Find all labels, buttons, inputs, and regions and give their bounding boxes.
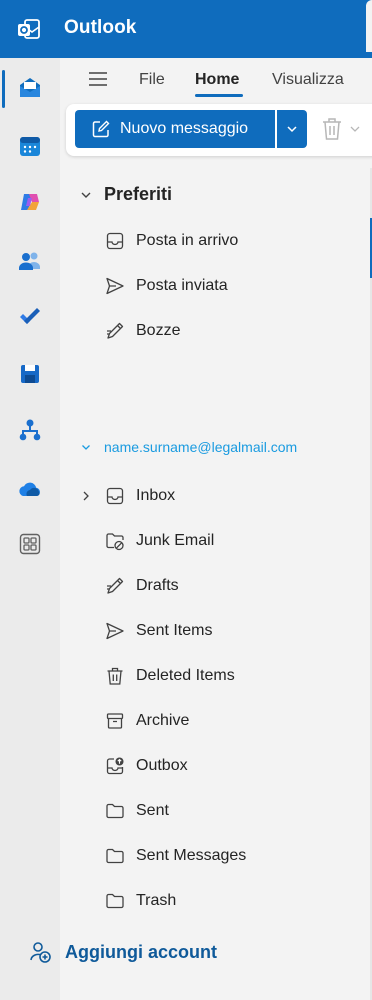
- folder-item-inbox[interactable]: Inbox: [104, 482, 175, 510]
- trash-icon: [104, 665, 126, 687]
- folder-item-deleted[interactable]: Deleted Items: [104, 662, 235, 690]
- folder-icon: [104, 800, 126, 822]
- new-message-label: Nuovo messaggio: [120, 120, 249, 137]
- account-email: name.surname@legalmail.com: [104, 439, 298, 455]
- delete-chevron-down-icon[interactable]: [350, 124, 360, 134]
- ribbon-tabs: File Home Visualizza: [60, 58, 372, 102]
- mail-icon: [16, 74, 44, 102]
- folder-icon: [104, 845, 126, 867]
- compose-icon: [91, 119, 111, 139]
- rail-active-indicator: [2, 70, 5, 108]
- favorite-item-sent[interactable]: Posta inviata: [104, 272, 228, 300]
- folder-label: Sent Items: [136, 622, 213, 639]
- account-header[interactable]: name.surname@legalmail.com: [80, 439, 297, 455]
- tab-file[interactable]: File: [139, 71, 165, 89]
- folder-label: Inbox: [136, 487, 176, 504]
- favorite-item-drafts[interactable]: Bozze: [104, 317, 180, 345]
- rail-org-button[interactable]: [14, 414, 46, 446]
- folder-icon: [104, 890, 126, 912]
- delete-trash-icon[interactable]: [320, 116, 344, 142]
- hamburger-menu-icon[interactable]: [87, 70, 109, 88]
- add-person-icon: [28, 940, 52, 964]
- folder-label: Outbox: [136, 757, 188, 774]
- folder-item-trash[interactable]: Trash: [104, 887, 176, 915]
- folder-item-drafts[interactable]: Drafts: [104, 572, 179, 600]
- todo-check-icon: [17, 303, 43, 329]
- rail-more-apps-button[interactable]: [14, 528, 46, 560]
- rail-onedrive-button[interactable]: [14, 474, 46, 506]
- send-icon: [104, 275, 126, 297]
- new-message-button[interactable]: Nuovo messaggio: [75, 110, 275, 148]
- folder-label: Sent Messages: [136, 847, 247, 864]
- outbox-icon: [104, 755, 126, 777]
- favorite-item-inbox[interactable]: Posta in arrivo: [104, 227, 238, 255]
- new-message-dropdown-button[interactable]: [277, 110, 307, 148]
- rail-todo-button[interactable]: [14, 300, 46, 332]
- draft-icon: [104, 575, 126, 597]
- rail-calendar-button[interactable]: [14, 130, 46, 162]
- tab-view[interactable]: Visualizza: [272, 71, 344, 89]
- people-icon: [17, 247, 43, 273]
- folder-item-outbox[interactable]: Outbox: [104, 752, 188, 780]
- add-account-label: Aggiungi account: [65, 941, 217, 962]
- folder-pane: Preferiti Posta in arrivo Posta inviata …: [60, 168, 370, 1000]
- active-tab-underline: [195, 94, 243, 97]
- folder-label: Trash: [136, 892, 177, 909]
- outlook-logo-icon: [16, 17, 42, 43]
- folder-label: Drafts: [136, 577, 179, 594]
- folder-label: Bozze: [136, 322, 181, 339]
- window-edge: [366, 0, 372, 52]
- onedrive-cloud-icon: [17, 477, 43, 503]
- folder-item-sent[interactable]: Sent: [104, 797, 169, 825]
- chevron-down-icon: [80, 189, 92, 201]
- floppy-save-icon: [18, 362, 42, 386]
- folder-item-sent-messages[interactable]: Sent Messages: [104, 842, 246, 870]
- add-account-button[interactable]: Aggiungi account: [28, 940, 217, 964]
- rail-save-button[interactable]: [14, 358, 46, 390]
- folder-label: Archive: [136, 712, 190, 729]
- favorites-header[interactable]: Preferiti: [80, 184, 172, 205]
- app-rail: [0, 58, 60, 1000]
- title-bar: Outlook: [0, 0, 372, 58]
- inbox-icon: [104, 230, 126, 252]
- folder-label: Sent: [136, 802, 169, 819]
- folder-label: Deleted Items: [136, 667, 235, 684]
- folder-label: Posta inviata: [136, 277, 228, 294]
- folder-item-junk[interactable]: Junk Email: [104, 527, 214, 555]
- org-chart-icon: [17, 417, 43, 443]
- calendar-icon: [17, 133, 43, 159]
- favorites-title: Preferiti: [104, 184, 173, 204]
- folder-label: Posta in arrivo: [136, 232, 239, 249]
- folder-label: Junk Email: [136, 532, 215, 549]
- send-icon: [104, 620, 126, 642]
- copilot-icon: [17, 189, 43, 215]
- apps-grid-icon: [18, 532, 42, 556]
- junk-icon: [104, 530, 126, 552]
- main-area: File Home Visualizza Nuovo messaggio Pre…: [60, 58, 372, 1000]
- app-title: Outlook: [64, 17, 137, 38]
- chevron-down-icon: [286, 123, 298, 135]
- chevron-down-icon: [80, 441, 92, 453]
- rail-people-button[interactable]: [14, 244, 46, 276]
- inbox-icon: [104, 485, 126, 507]
- draft-icon: [104, 320, 126, 342]
- folder-item-archive[interactable]: Archive: [104, 707, 189, 735]
- rail-mail-button[interactable]: [14, 72, 46, 104]
- tab-home[interactable]: Home: [195, 71, 239, 89]
- archive-icon: [104, 710, 126, 732]
- rail-copilot-button[interactable]: [14, 186, 46, 218]
- ribbon-toolbar: Nuovo messaggio: [66, 104, 372, 156]
- chevron-right-icon[interactable]: [80, 490, 92, 502]
- folder-item-sent-items[interactable]: Sent Items: [104, 617, 212, 645]
